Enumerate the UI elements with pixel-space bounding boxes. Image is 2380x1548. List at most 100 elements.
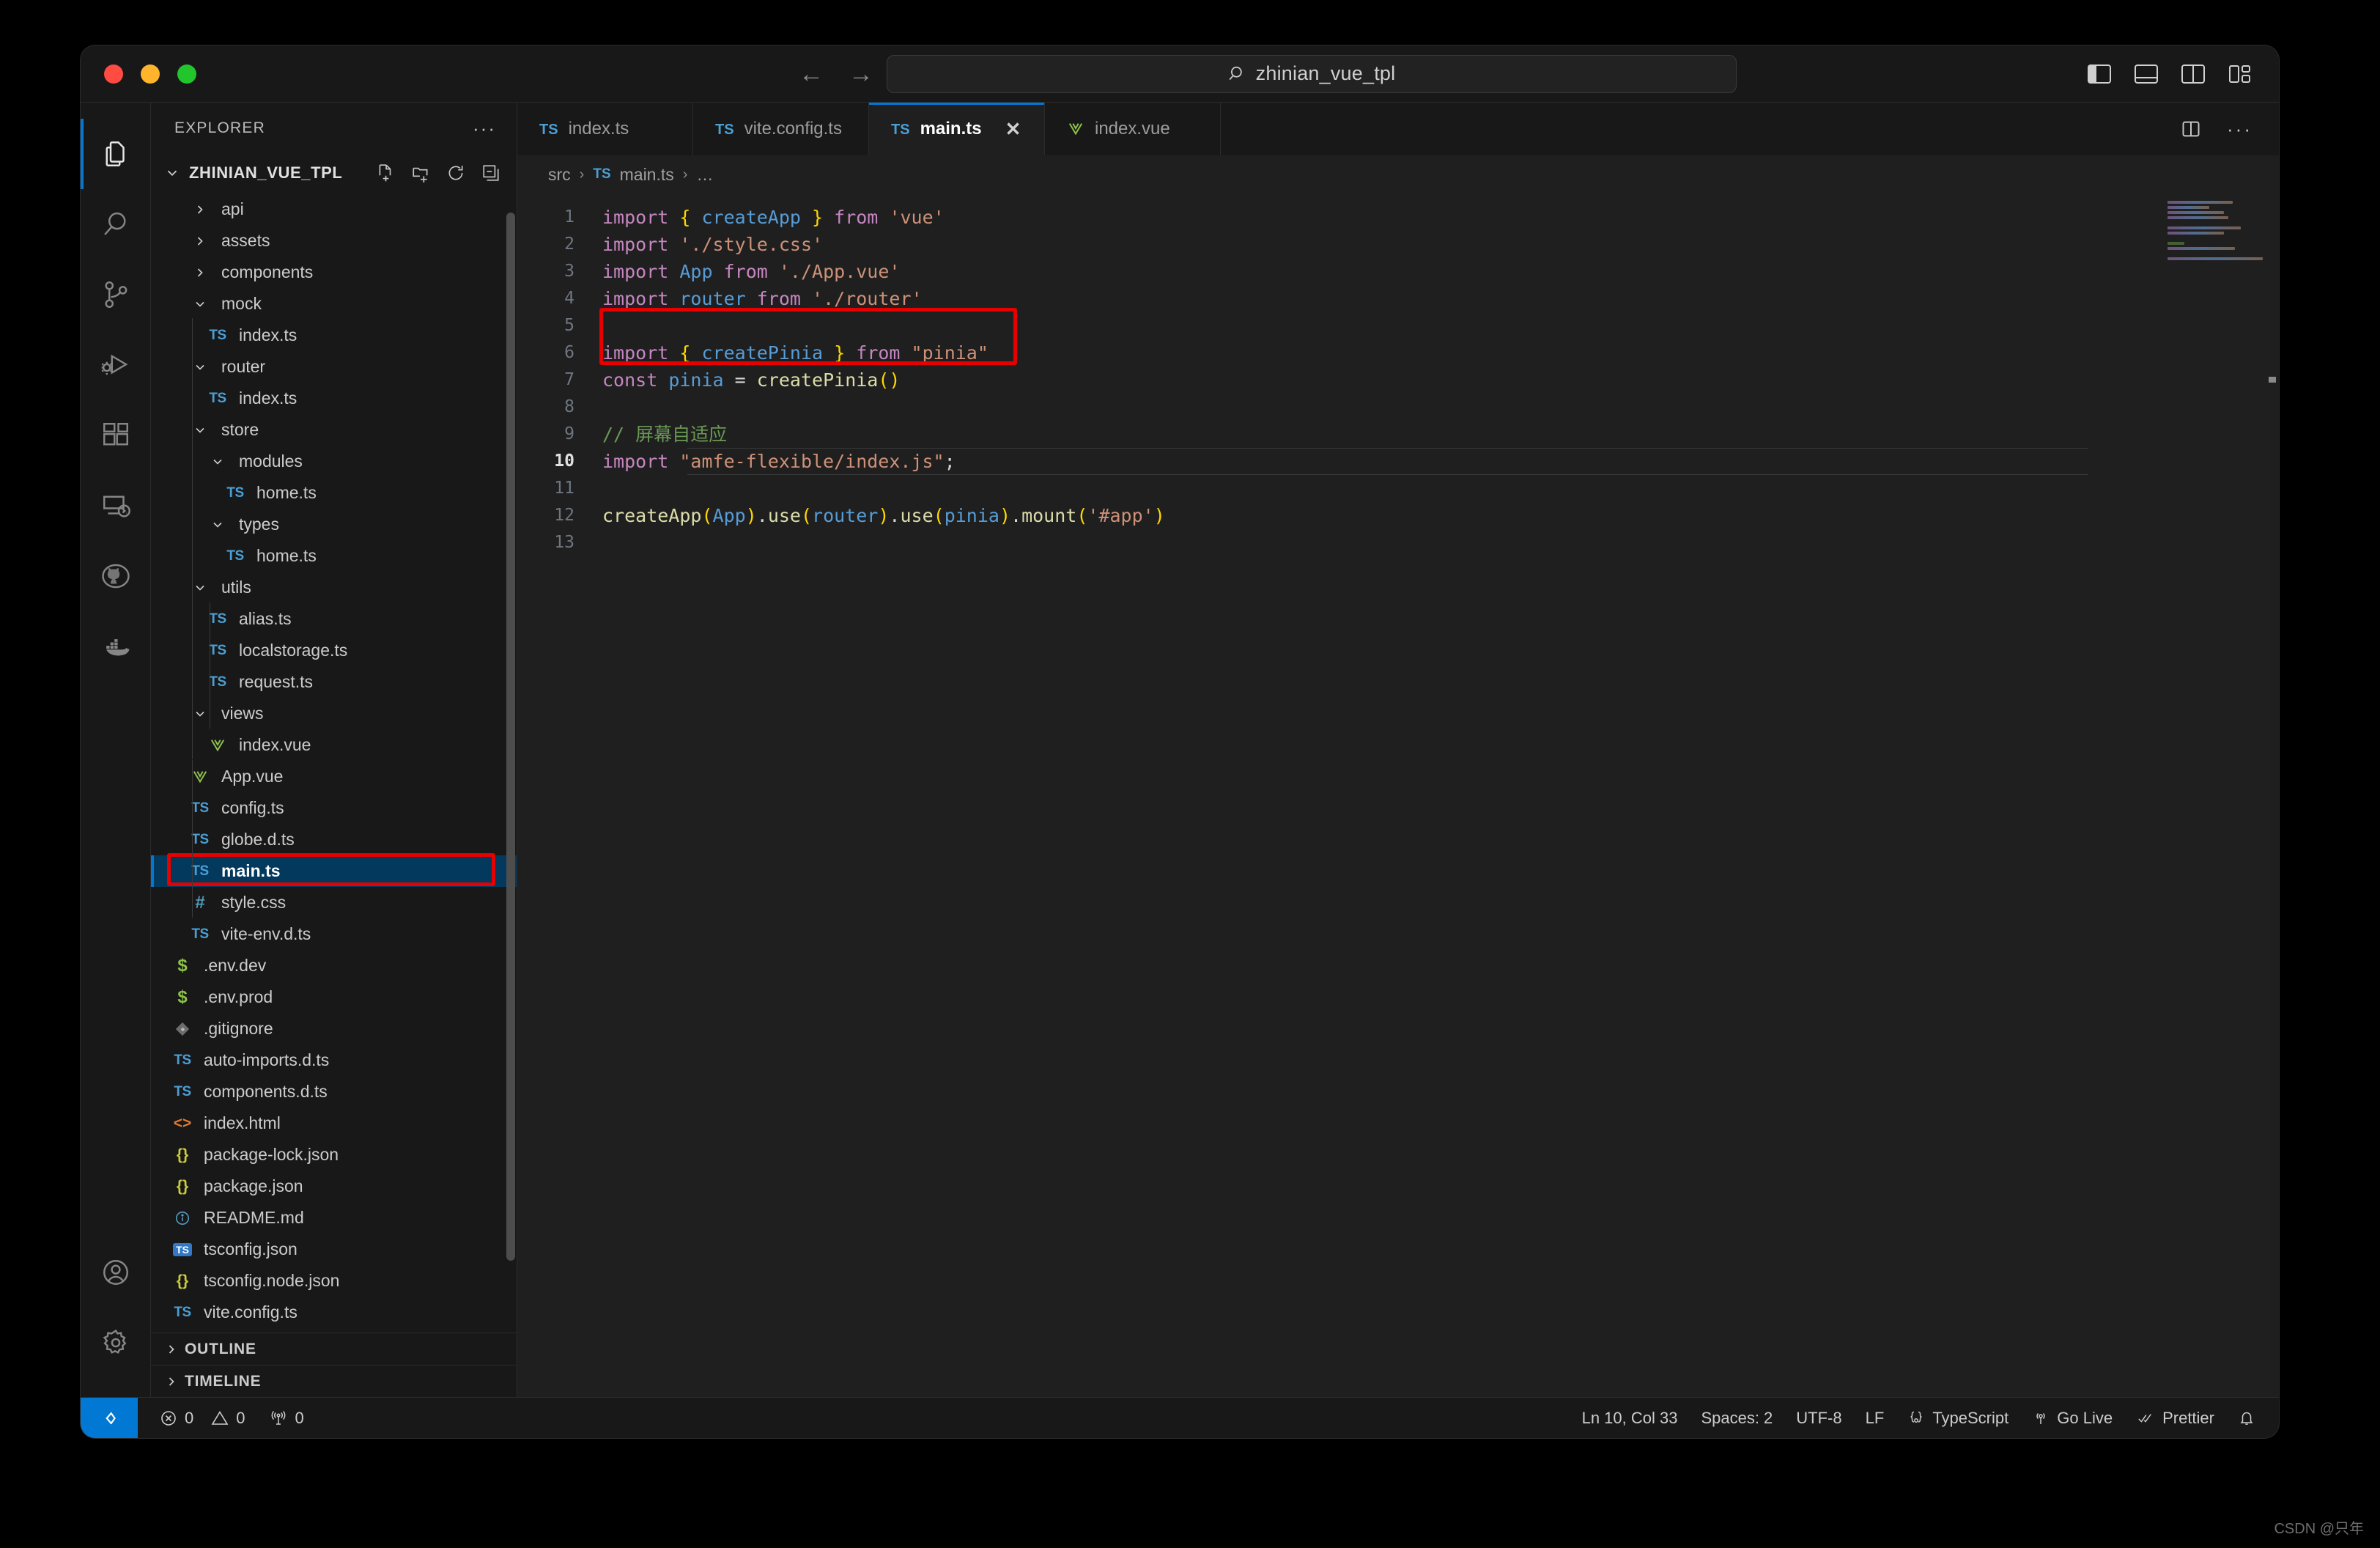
sidebar-scrollbar[interactable] — [506, 213, 515, 1261]
chevron-right[interactable] — [186, 265, 214, 280]
toggle-secondary-sidebar-icon[interactable] — [2181, 63, 2206, 85]
tree-file-.gitignore[interactable]: .gitignore — [151, 1013, 517, 1044]
editor-scrollbar[interactable] — [2269, 377, 2276, 383]
minimap[interactable] — [2168, 201, 2263, 267]
code-line-10[interactable]: 10 import "amfe-flexible/index.js"; — [517, 448, 2279, 475]
code-line-7[interactable]: 7 const pinia = createPinia() — [517, 366, 2279, 394]
tree-folder-components[interactable]: components — [151, 257, 517, 288]
chevron-down[interactable] — [186, 580, 214, 595]
status-notifications[interactable] — [2226, 1398, 2267, 1439]
tree-file-index.ts[interactable]: TS index.ts — [151, 383, 517, 414]
code-line-9[interactable]: 9 // 屏幕自适应 — [517, 421, 2279, 448]
breadcrumb[interactable]: src › TS main.ts › … — [517, 155, 2279, 194]
activity-item-explorer[interactable] — [81, 119, 151, 189]
tree-folder-store[interactable]: store — [151, 414, 517, 446]
tree-file-.env.dev[interactable]: $ .env.dev — [151, 950, 517, 981]
status-prettier[interactable]: Prettier — [2124, 1398, 2226, 1439]
editor-tab-bar[interactable]: TS index.ts TS vite.config.ts TS main.ts ✕ inde… — [517, 103, 2279, 155]
chevron-down[interactable] — [186, 423, 214, 438]
activity-item-github[interactable] — [81, 541, 151, 611]
chevron-down[interactable] — [204, 517, 232, 532]
status-go-live[interactable]: Go Live — [2020, 1398, 2124, 1439]
line-text[interactable]: import { createApp } from 'vue' — [602, 204, 2279, 231]
code-content[interactable]: 1 import { createApp } from 'vue' 2 import … — [517, 194, 2279, 556]
activity-item-source-control[interactable] — [81, 259, 151, 330]
tree-file-tsconfig.json[interactable]: TS tsconfig.json — [151, 1234, 517, 1265]
quick-input-search-bar[interactable]: zhinian_vue_tpl — [887, 54, 1737, 93]
sidebar-more-actions-icon[interactable]: ··· — [473, 117, 496, 140]
code-line-12[interactable]: 12 createApp(App).use(router).use(pinia).… — [517, 502, 2279, 529]
tree-folder-types[interactable]: types — [151, 509, 517, 540]
activity-item-search[interactable] — [81, 189, 151, 259]
code-line-13[interactable]: 13 — [517, 529, 2279, 556]
file-tree[interactable]: api assets components mock TS index.ts router T… — [151, 192, 517, 1333]
toggle-primary-sidebar-icon[interactable] — [2087, 63, 2112, 85]
remote-window-indicator[interactable] — [81, 1397, 138, 1438]
tree-file-localstorage.ts[interactable]: TS localstorage.ts — [151, 635, 517, 666]
editor-tab-index.vue[interactable]: index.vue — [1045, 103, 1221, 155]
timeline-section-header[interactable]: TIMELINE — [151, 1365, 517, 1397]
tree-file-alias.ts[interactable]: TS alias.ts — [151, 603, 517, 635]
breadcrumb-item-src[interactable]: src — [548, 165, 571, 185]
tree-file-vite-env.d.ts[interactable]: TS vite-env.d.ts — [151, 918, 517, 950]
chevron-down[interactable] — [186, 360, 214, 375]
activity-item-run-and-debug[interactable] — [81, 330, 151, 400]
editor-more-actions-icon[interactable]: ··· — [2227, 118, 2252, 141]
code-line-6[interactable]: 6 import { createPinia } from "pinia" — [517, 339, 2279, 366]
split-editor-icon[interactable] — [2180, 119, 2202, 139]
tree-file-main.ts[interactable]: TS main.ts — [151, 855, 517, 887]
code-line-11[interactable]: 11 — [517, 475, 2279, 502]
maximize-window-button[interactable] — [177, 64, 196, 84]
tree-file-vite.config.ts[interactable]: TS vite.config.ts — [151, 1297, 517, 1328]
tree-file-package-lock.json[interactable]: {} package-lock.json — [151, 1139, 517, 1171]
editor-tab-index.ts[interactable]: TS index.ts — [517, 103, 693, 155]
tree-file-globe.d.ts[interactable]: TS globe.d.ts — [151, 824, 517, 855]
activity-item-remote-explorer[interactable] — [81, 471, 151, 541]
close-tab-icon[interactable]: ✕ — [1005, 118, 1021, 141]
refresh-icon[interactable] — [446, 163, 465, 183]
outline-section-header[interactable]: OUTLINE — [151, 1333, 517, 1365]
breadcrumb-item-symbols[interactable]: … — [696, 165, 713, 185]
minimize-window-button[interactable] — [141, 64, 160, 84]
editor-tab-vite.config.ts[interactable]: TS vite.config.ts — [693, 103, 869, 155]
tree-folder-views[interactable]: views — [151, 698, 517, 729]
status-cursor-position[interactable]: Ln 10, Col 33 — [1570, 1398, 1690, 1439]
tree-file-index.html[interactable]: <> index.html — [151, 1107, 517, 1139]
tree-file-config.ts[interactable]: TS config.ts — [151, 792, 517, 824]
tree-file-auto-imports.d.ts[interactable]: TS auto-imports.d.ts — [151, 1044, 517, 1076]
tree-file-README.md[interactable]: README.md — [151, 1202, 517, 1234]
tree-file-.env.prod[interactable]: $ .env.prod — [151, 981, 517, 1013]
code-editor[interactable]: 1 import { createApp } from 'vue' 2 import … — [517, 194, 2279, 1397]
new-file-icon[interactable] — [376, 163, 395, 183]
workspace-folder-row[interactable]: ZHINIAN_VUE_TPL — [151, 154, 517, 192]
tree-file-home.ts[interactable]: TS home.ts — [151, 540, 517, 572]
status-problems[interactable]: 0 0 — [148, 1398, 257, 1439]
tree-folder-modules[interactable]: modules — [151, 446, 517, 477]
line-text[interactable]: // 屏幕自适应 — [602, 421, 2279, 448]
status-eol[interactable]: LF — [1854, 1398, 1896, 1439]
line-text[interactable]: import "amfe-flexible/index.js"; — [602, 448, 2279, 475]
chevron-down[interactable] — [186, 297, 214, 312]
editor-tab-main.ts[interactable]: TS main.ts ✕ — [869, 103, 1045, 155]
go-forward-icon[interactable]: → — [849, 62, 873, 86]
tree-file-App.vue[interactable]: App.vue — [151, 761, 517, 792]
status-encoding[interactable]: UTF-8 — [1784, 1398, 1853, 1439]
activity-item-extensions[interactable] — [81, 400, 151, 471]
toggle-panel-icon[interactable] — [2134, 63, 2159, 85]
tree-file-tsconfig.node.json[interactable]: {} tsconfig.node.json — [151, 1265, 517, 1297]
tree-file-index.vue[interactable]: index.vue — [151, 729, 517, 761]
tree-folder-utils[interactable]: utils — [151, 572, 517, 603]
tree-folder-mock[interactable]: mock — [151, 288, 517, 320]
go-back-icon[interactable]: ← — [799, 62, 824, 86]
tree-file-components.d.ts[interactable]: TS components.d.ts — [151, 1076, 517, 1107]
chevron-right[interactable] — [186, 234, 214, 248]
status-indentation[interactable]: Spaces: 2 — [1689, 1398, 1784, 1439]
code-line-3[interactable]: 3 import App from './App.vue' — [517, 258, 2279, 285]
line-text[interactable]: import App from './App.vue' — [602, 258, 2279, 285]
chevron-right[interactable] — [186, 202, 214, 217]
activity-item-accounts[interactable] — [81, 1237, 151, 1308]
status-language-mode[interactable]: TypeScript — [1896, 1398, 2020, 1439]
tree-file-style.css[interactable]: # style.css — [151, 887, 517, 918]
code-line-2[interactable]: 2 import './style.css' — [517, 231, 2279, 258]
activity-item-docker[interactable] — [81, 611, 151, 682]
